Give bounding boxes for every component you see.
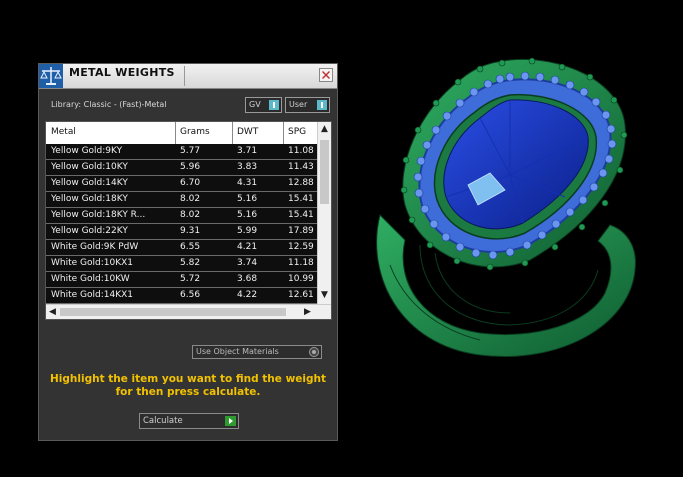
column-header-grams[interactable]: Grams (180, 127, 210, 137)
table-body: Yellow Gold:9KY 5.77 3.71 11.08 Yellow Gold:… (46, 144, 318, 304)
dwt-cell: 4.21 (237, 242, 258, 252)
metal-cell: White Gold:9K PdW (51, 242, 139, 252)
grams-cell: 6.56 (180, 290, 201, 300)
dwt-cell: 4.31 (237, 178, 258, 188)
dwt-cell: 3.71 (237, 146, 258, 156)
grams-cell: 5.72 (180, 274, 201, 284)
spg-cell: 15.41 (288, 194, 314, 204)
table-row[interactable]: Yellow Gold:14KY 6.70 4.31 12.88 (46, 176, 318, 192)
radio-icon (309, 347, 319, 357)
spg-cell: 11.43 (288, 162, 314, 172)
metal-table: Metal Grams DWT SPG Yellow Gold:9KY 5.77 3… (45, 121, 332, 320)
grams-cell: 5.82 (180, 258, 201, 268)
panel-title: METAL WEIGHTS (69, 66, 175, 79)
close-icon (322, 71, 330, 79)
user-toggle-label: User (289, 100, 308, 109)
metal-cell: Yellow Gold:22KY (51, 226, 128, 236)
dwt-cell: 5.16 (237, 194, 258, 204)
metal-cell: Yellow Gold:10KY (51, 162, 128, 172)
metal-cell: Yellow Gold:18KY (51, 194, 128, 204)
user-toggle[interactable]: User (285, 97, 330, 113)
calculate-button[interactable]: Calculate (139, 413, 239, 429)
table-row[interactable]: Yellow Gold:10KY 5.96 3.83 11.43 (46, 160, 318, 176)
table-row[interactable]: Yellow Gold:9KY 5.77 3.71 11.08 (46, 144, 318, 160)
table-header: Metal Grams DWT SPG (46, 122, 318, 144)
dwt-cell: 3.83 (237, 162, 258, 172)
grams-cell: 6.70 (180, 178, 201, 188)
spg-cell: 15.41 (288, 210, 314, 220)
ring-model (376, 57, 636, 357)
instruction-text: Highlight the item you want to find the … (49, 373, 327, 399)
dwt-cell: 3.68 (237, 274, 258, 284)
instruction-line-1: Highlight the item you want to find the … (50, 373, 326, 385)
grams-cell: 9.31 (180, 226, 201, 236)
column-header-spg[interactable]: SPG (288, 127, 306, 137)
close-button[interactable] (319, 68, 333, 82)
grams-cell: 5.77 (180, 146, 201, 156)
dwt-cell: 4.22 (237, 290, 258, 300)
dwt-cell: 3.74 (237, 258, 258, 268)
spg-cell: 17.89 (288, 226, 314, 236)
grams-cell: 6.55 (180, 242, 201, 252)
table-row[interactable]: White Gold:10KW 5.72 3.68 10.99 (46, 272, 318, 288)
metal-cell: Yellow Gold:9KY (51, 146, 123, 156)
table-row[interactable]: Yellow Gold:18KY 8.02 5.16 15.41 (46, 192, 318, 208)
spg-cell: 11.08 (288, 146, 314, 156)
toggle-switch-icon (269, 100, 279, 110)
grams-cell: 8.02 (180, 194, 201, 204)
scrollbar-thumb[interactable] (60, 308, 286, 316)
panel-titlebar[interactable]: METAL WEIGHTS (39, 64, 337, 89)
column-header-metal[interactable]: Metal (51, 127, 76, 137)
spg-cell: 10.99 (288, 274, 314, 284)
table-row[interactable]: Yellow Gold:18KY R... 8.02 5.16 15.41 (46, 208, 318, 224)
horizontal-scrollbar[interactable]: ◀ ▶ (46, 304, 331, 319)
grams-cell: 8.02 (180, 210, 201, 220)
metal-cell: Yellow Gold:18KY R... (51, 210, 146, 220)
toggle-switch-icon (317, 100, 327, 110)
dwt-cell: 5.16 (237, 210, 258, 220)
metal-weights-panel: METAL WEIGHTS Library: Classic - (Fast)-… (38, 63, 338, 441)
scale-icon (39, 64, 63, 88)
spg-cell: 12.61 (288, 290, 314, 300)
library-label: Library: Classic - (Fast)-Metal (51, 100, 167, 109)
metal-cell: White Gold:10KX1 (51, 258, 134, 268)
scroll-down-icon[interactable]: ▼ (321, 290, 328, 300)
table-row[interactable]: White Gold:14KX1 6.56 4.22 12.61 (46, 288, 318, 304)
scrollbar-thumb[interactable] (320, 140, 329, 204)
scroll-right-icon[interactable]: ▶ (304, 307, 311, 317)
use-object-materials-option[interactable]: Use Object Materials (192, 345, 322, 359)
gv-toggle[interactable]: GV (245, 97, 282, 113)
calculate-label: Calculate (143, 416, 183, 426)
scroll-up-icon[interactable]: ▲ (321, 124, 328, 134)
grams-cell: 5.96 (180, 162, 201, 172)
scroll-left-icon[interactable]: ◀ (49, 307, 56, 317)
metal-cell: Yellow Gold:14KY (51, 178, 128, 188)
title-separator (184, 66, 185, 86)
metal-cell: White Gold:10KW (51, 274, 130, 284)
spg-cell: 12.59 (288, 242, 314, 252)
spg-cell: 12.88 (288, 178, 314, 188)
play-icon (225, 416, 236, 426)
table-row[interactable]: White Gold:10KX1 5.82 3.74 11.18 (46, 256, 318, 272)
instruction-line-2: for then press calculate. (115, 386, 261, 398)
3d-viewport[interactable] (360, 55, 660, 375)
use-object-materials-label: Use Object Materials (196, 347, 279, 356)
spg-cell: 11.18 (288, 258, 314, 268)
gv-toggle-label: GV (249, 100, 261, 109)
dwt-cell: 5.99 (237, 226, 258, 236)
table-row[interactable]: White Gold:9K PdW 6.55 4.21 12.59 (46, 240, 318, 256)
vertical-scrollbar[interactable]: ▲ ▼ (317, 122, 331, 304)
table-row[interactable]: Yellow Gold:22KY 9.31 5.99 17.89 (46, 224, 318, 240)
metal-cell: White Gold:14KX1 (51, 290, 134, 300)
column-header-dwt[interactable]: DWT (237, 127, 258, 137)
